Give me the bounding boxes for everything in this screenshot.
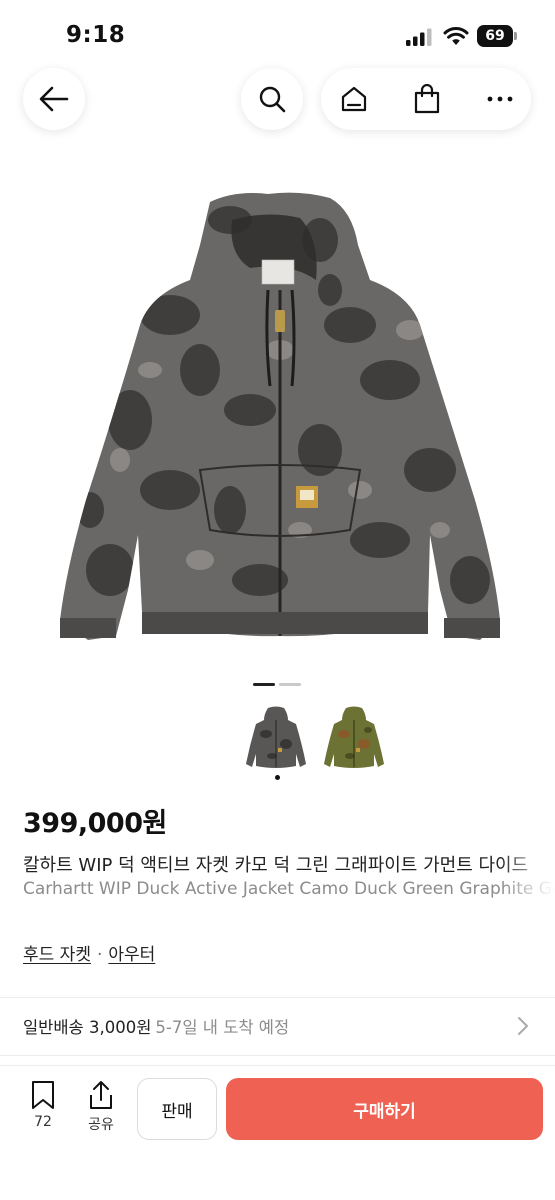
sell-button[interactable]: 판매 — [137, 1078, 217, 1140]
image-pager — [253, 683, 303, 687]
pager-dot — [279, 683, 301, 686]
shipping-info: 일반배송 3,000원 5-7일 내 도착 예정 — [23, 1014, 289, 1038]
bookmark-icon — [32, 1081, 54, 1109]
battery-cap — [514, 32, 517, 40]
shopping-bag-button[interactable] — [396, 68, 458, 130]
status-bar: 9:18 69 — [0, 0, 555, 72]
bookmark-button[interactable]: 72 — [18, 1080, 68, 1140]
product-title-en: Carhartt WIP Duck Active Jacket Camo Duc… — [23, 879, 555, 899]
title-fade — [500, 848, 555, 906]
battery-indicator: 69 — [477, 25, 517, 47]
battery-level: 69 — [477, 25, 513, 47]
wifi-icon — [443, 26, 469, 45]
signal-icon — [406, 28, 432, 46]
back-button[interactable] — [23, 68, 85, 130]
search-button[interactable] — [241, 68, 303, 130]
status-time: 9:18 — [66, 22, 126, 48]
shipping-row[interactable]: 일반배송 3,000원 5-7일 내 도착 예정 — [0, 998, 555, 1054]
action-group — [321, 68, 531, 130]
category-separator: · — [96, 945, 103, 965]
bookmark-count: 72 — [34, 1114, 52, 1130]
share-label: 공유 — [88, 1117, 114, 1133]
product-image[interactable] — [0, 150, 555, 670]
thumbnail-graphite[interactable] — [246, 704, 306, 770]
thumbnail-selected-dot — [275, 775, 280, 780]
arrow-left-icon — [39, 86, 69, 112]
shopping-bag-icon — [414, 84, 440, 114]
search-icon — [259, 86, 286, 113]
more-horizontal-icon — [487, 96, 513, 102]
thumbnail-green[interactable] — [324, 704, 384, 770]
product-title-ko: 칼하트 WIP 덕 액티브 자켓 카모 덕 그린 그래파이트 가먼트 다이드 — [23, 855, 529, 876]
shipping-eta: 5-7일 내 도착 예정 — [155, 1018, 290, 1037]
chevron-right-icon — [518, 1017, 528, 1035]
share-button[interactable]: 공유 — [76, 1080, 126, 1140]
product-price: 399,000원 — [23, 808, 167, 839]
category-breadcrumb: 후드 자켓 · 아우터 — [23, 940, 155, 965]
category-link-outer[interactable]: 아우터 — [108, 945, 155, 965]
shipping-label: 일반배송 3,000원 — [23, 1018, 152, 1037]
home-button[interactable] — [323, 68, 385, 130]
more-button[interactable] — [469, 68, 531, 130]
bottom-action-bar: 72 공유 판매 구매하기 — [0, 1065, 555, 1200]
share-icon — [90, 1081, 112, 1109]
home-icon — [341, 86, 367, 112]
pager-dot-active — [253, 683, 275, 686]
buy-button[interactable]: 구매하기 — [226, 1078, 543, 1140]
divider — [0, 1055, 555, 1056]
category-link-hooded-jacket[interactable]: 후드 자켓 — [23, 945, 91, 965]
